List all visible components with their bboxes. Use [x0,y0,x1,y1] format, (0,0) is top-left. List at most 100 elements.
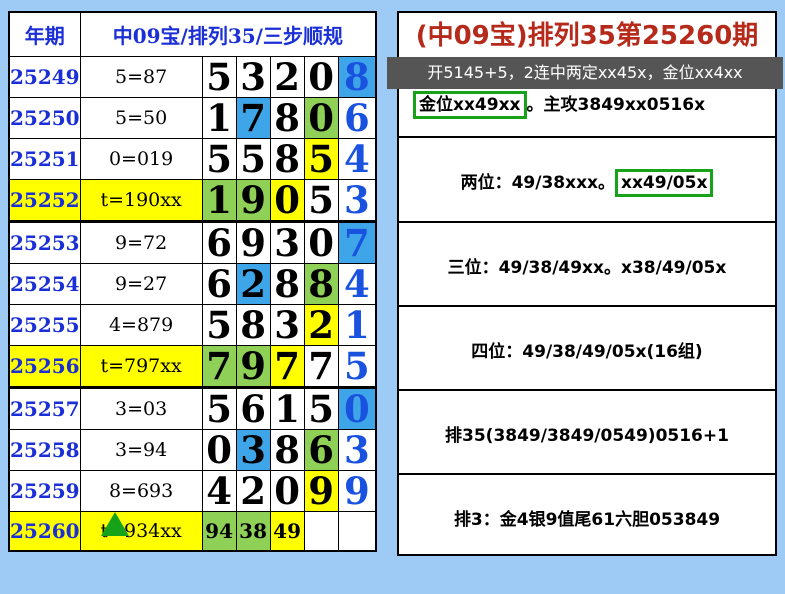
rule-cell: t=797xx [79,344,203,388]
period-cell: 25249 [8,55,81,98]
period-cell: 25257 [8,385,81,430]
digit-cell: 7 [269,344,305,388]
main-attack-text: 。主攻3849xx0516x [526,95,706,115]
rule-cell: 5=87 [79,55,203,98]
last-digit-cell: 7 [337,219,377,264]
digit-cell: 7 [235,96,271,139]
pai35-line: 排35(3849/3849/0549)0516+1 [445,426,729,446]
period-cell: 25260 [8,510,81,552]
divider [399,221,775,223]
last-digit-cell: 4 [337,137,377,180]
divider [399,473,775,475]
table-row: 25254 9=27 6 2 8 8 4 [8,262,377,305]
last-digit-cell: 3 [337,178,377,222]
digit-cell: 0 [269,178,305,222]
digit-cell: 5 [303,385,339,430]
digit-cell: 9 [303,469,339,512]
digit-cell: 49 [269,510,305,552]
period-column-header: 年期 [8,11,81,57]
rule-cell: 9=27 [79,262,203,305]
last-digit-cell: 9 [337,469,377,512]
table-row: 25252 t=190xx 1 9 0 5 3 [8,178,377,222]
last-digit-cell: 8 [337,55,377,98]
table-row: 25257 3=03 5 6 1 5 0 [8,385,377,430]
table-row: 25260 t=934xx 94 38 49 [8,510,377,552]
green-triangle-icon [101,512,129,536]
table-row: 25259 8=693 4 2 0 9 9 [8,469,377,512]
digit-cell: 8 [269,96,305,139]
digit-cell: 3 [235,55,271,98]
two-position-label: 两位：49/38xxx。 [460,173,615,193]
last-digit-cell: 5 [337,344,377,388]
digit-cell: 6 [201,262,237,305]
table-body: 25249 5=87 5 3 2 0 8 25250 5=50 1 7 8 0 6 25251 0=019 5 5… [8,55,377,552]
table-row: 25251 0=019 5 5 8 5 4 [8,137,377,180]
last-digit-cell: 4 [337,262,377,305]
period-cell: 25254 [8,262,81,305]
rule-cell: 3=03 [79,385,203,430]
rule-cell: 9=72 [79,219,203,264]
divider [399,305,775,307]
digit-cell: 8 [269,428,305,471]
digit-cell: 5 [201,55,237,98]
digit-cell: 3 [269,219,305,264]
digit-cell: 0 [201,428,237,471]
title-column-header: 中09宝/排列35/三步顺规 [79,11,377,57]
digit-cell: 94 [201,510,237,552]
history-table: 年期 中09宝/排列35/三步顺规 25249 5=87 5 3 2 0 8 25250 5=5… [8,11,378,552]
table-header-row: 年期 中09宝/排列35/三步顺规 [8,11,377,57]
digit-cell: 5 [201,385,237,430]
digit-cell: 0 [303,96,339,139]
digit-cell: 4 [201,469,237,512]
divider [399,136,775,138]
divider [399,389,775,391]
period-cell: 25256 [8,344,81,388]
digit-cell: 1 [269,385,305,430]
digit-cell: 3 [269,303,305,346]
gold-position-boxed: 金位xx49xx [413,91,527,119]
digit-cell: 2 [303,303,339,346]
digit-cell: 1 [201,96,237,139]
digit-cell: 9 [235,344,271,388]
period-cell: 25251 [8,137,81,180]
main-attack-line: 金位xx49xx 。主攻3849xx0516x [413,91,706,119]
table-row: 25256 t=797xx 7 9 7 7 5 [8,344,377,388]
rule-cell: 8=693 [79,469,203,512]
last-digit-cell [337,510,377,552]
digit-cell: 5 [201,137,237,180]
panel-title: (中09宝)排列35第25260期 [399,13,775,59]
digit-cell: 9 [235,178,271,222]
table-row: 25255 4=879 5 8 3 2 1 [8,303,377,346]
three-position-line: 三位：49/38/49xx。x38/49/05x [447,258,727,278]
digit-cell: 5 [303,137,339,180]
digit-cell: 6 [201,219,237,264]
table-row: 25258 3=94 0 3 8 6 3 [8,428,377,471]
digit-cell: 5 [303,178,339,222]
last-digit-cell: 0 [337,385,377,430]
digit-cell: 8 [269,262,305,305]
table-row: 25253 9=72 6 9 3 0 7 [8,219,377,264]
table-row: 25250 5=50 1 7 8 0 6 [8,96,377,139]
digit-cell: 6 [235,385,271,430]
digit-cell: 0 [303,55,339,98]
digit-cell: 5 [201,303,237,346]
period-cell: 25253 [8,219,81,264]
rule-cell: t=190xx [79,178,203,222]
digit-cell: 0 [303,219,339,264]
digit-cell: 8 [235,303,271,346]
digit-cell: 9 [235,219,271,264]
panel-subtitle-banner: 开5145+5，2连中两定xx45x，金位xx4xx [387,57,783,89]
period-cell: 25255 [8,303,81,346]
period-cell: 25252 [8,178,81,222]
table-row: 25249 5=87 5 3 2 0 8 [8,55,377,98]
last-digit-cell: 1 [337,303,377,346]
pai3-line: 排3：金4银9值尾61六胆053849 [453,510,721,530]
two-position-boxed: xx49/05x [615,169,714,197]
digit-cell: 2 [235,262,271,305]
digit-cell: 1 [201,178,237,222]
last-digit-cell: 3 [337,428,377,471]
digit-cell: 6 [303,428,339,471]
digit-cell: 5 [235,137,271,180]
rule-cell: 0=019 [79,137,203,180]
rule-cell: 4=879 [79,303,203,346]
